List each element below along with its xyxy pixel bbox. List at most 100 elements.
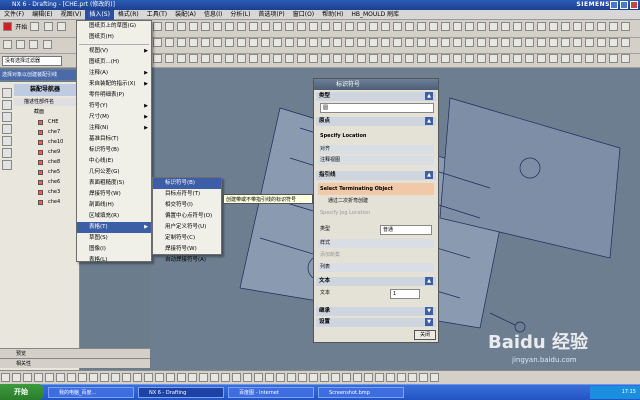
bottom-tool-icon[interactable] <box>210 373 219 382</box>
toolbar-tool-icon[interactable] <box>333 54 342 63</box>
menu-2[interactable]: 视图(V) <box>57 10 86 20</box>
bottom-tool-icon[interactable] <box>144 373 153 382</box>
bottom-tool-icon[interactable] <box>166 373 175 382</box>
toolbar-tool-icon[interactable] <box>525 38 534 47</box>
toolbar-tool-icon[interactable] <box>309 54 318 63</box>
redo-icon[interactable] <box>16 40 26 49</box>
toolbar-tool-icon[interactable] <box>525 22 534 31</box>
navigator-row[interactable]: che5 <box>14 168 80 177</box>
toolbar-tool-icon[interactable] <box>513 22 522 31</box>
part-nav-tab-icon[interactable] <box>2 112 12 122</box>
leader-section-header[interactable]: 指引线 ▲ <box>316 171 436 180</box>
insert-menu-item[interactable]: 草图(S) <box>77 233 151 244</box>
insert-menu-item[interactable]: 图纸页(H) <box>77 32 151 43</box>
bottom-tool-icon[interactable] <box>78 373 87 382</box>
reuse-library-tab-icon[interactable] <box>2 124 12 134</box>
toolbar-tool-icon[interactable] <box>369 54 378 63</box>
insert-menu-item[interactable]: 尺寸(M) ▶ <box>77 112 151 123</box>
create-with-jog-checkbox-row[interactable]: 通过二次折弯创建 <box>318 197 434 206</box>
visibility-checkbox[interactable] <box>38 140 43 145</box>
toolbar-tool-icon[interactable] <box>561 22 570 31</box>
insert-menu-item[interactable]: 图纸页...(H) <box>77 57 151 68</box>
toolbar-tool-icon[interactable] <box>333 22 342 31</box>
toolbar-tool-icon[interactable] <box>417 22 426 31</box>
insert-menu-item[interactable]: 视图(V) ▶ <box>77 46 151 57</box>
toolbar-tool-icon[interactable] <box>165 38 174 47</box>
text-section-header[interactable]: 文本 ▲ <box>316 277 436 286</box>
bottom-tool-icon[interactable] <box>364 373 373 382</box>
taskbar-item[interactable]: Screenshot.bmp <box>318 387 404 398</box>
visibility-checkbox[interactable] <box>38 200 43 205</box>
toolbar-tool-icon[interactable] <box>405 54 414 63</box>
collapse-icon[interactable]: ▲ <box>425 92 433 100</box>
bottom-tool-icon[interactable] <box>133 373 142 382</box>
toolbar-tool-icon[interactable] <box>513 38 522 47</box>
toolbar-tool-icon[interactable] <box>465 22 474 31</box>
bottom-tool-icon[interactable] <box>199 373 208 382</box>
toolbar-tool-icon[interactable] <box>213 38 222 47</box>
toolbar-tool-icon[interactable] <box>561 54 570 63</box>
toolbar-tool-icon[interactable] <box>297 22 306 31</box>
insert-menu-item[interactable]: 注释(A) ▶ <box>77 68 151 79</box>
bottom-tool-icon[interactable] <box>375 373 384 382</box>
insert-menu-item[interactable]: 中心线(E) <box>77 156 151 167</box>
navigator-row[interactable]: che3 <box>14 188 80 197</box>
toolbar-tool-icon[interactable] <box>597 38 606 47</box>
taskbar-item[interactable]: 百度图 - Internet <box>228 387 314 398</box>
collapse-icon[interactable]: ▲ <box>425 277 433 285</box>
toolbar-tool-icon[interactable] <box>453 22 462 31</box>
toolbar-tool-icon[interactable] <box>477 22 486 31</box>
navigator-row[interactable]: che4 <box>14 198 80 207</box>
bottom-tool-icon[interactable] <box>287 373 296 382</box>
toolbar-tool-icon[interactable] <box>405 22 414 31</box>
menu-8[interactable]: 分析(L) <box>226 10 254 20</box>
toolbar-tool-icon[interactable] <box>573 38 582 47</box>
toolbar-tool-icon[interactable] <box>249 22 258 31</box>
maximize-window-icon[interactable] <box>620 1 628 9</box>
bottom-tool-icon[interactable] <box>265 373 274 382</box>
menu-10[interactable]: 窗口(O) <box>289 10 318 20</box>
bottom-tool-icon[interactable] <box>1 373 10 382</box>
toolbar-tool-icon[interactable] <box>261 38 270 47</box>
toolbar-tool-icon[interactable] <box>297 54 306 63</box>
navigator-row[interactable]: CHE <box>14 118 80 127</box>
toolbar-tool-icon[interactable] <box>321 38 330 47</box>
navigator-dependency-section[interactable]: 相关性 <box>0 358 150 368</box>
new-file-icon[interactable] <box>30 22 40 31</box>
toolbar-tool-icon[interactable] <box>297 38 306 47</box>
toolbar-tool-icon[interactable] <box>381 38 390 47</box>
toolbar-tool-icon[interactable] <box>225 22 234 31</box>
bottom-tool-icon[interactable] <box>12 373 21 382</box>
navigator-preview-section[interactable]: 预览 <box>0 348 150 358</box>
toolbar-tool-icon[interactable] <box>153 38 162 47</box>
toolbar-tool-icon[interactable] <box>177 22 186 31</box>
menu-4[interactable]: 格式(R) <box>114 10 143 20</box>
symbol-submenu-item[interactable]: 自动焊接符号(A) <box>153 255 221 266</box>
toolbar-tool-icon[interactable] <box>225 38 234 47</box>
toolbar-tool-icon[interactable] <box>273 38 282 47</box>
insert-menu-item[interactable]: 注释(N) ▶ <box>77 123 151 134</box>
toolbar-tool-icon[interactable] <box>513 54 522 63</box>
toolbar-tool-icon[interactable] <box>537 22 546 31</box>
insert-menu-item[interactable]: 表面粗糙度(S) <box>77 178 151 189</box>
toolbar-tool-icon[interactable] <box>453 54 462 63</box>
menu-9[interactable]: 首选项(P) <box>254 10 288 20</box>
toolbar-tool-icon[interactable] <box>525 54 534 63</box>
menu-12[interactable]: HB_MOULD 刷库 <box>347 10 403 20</box>
toolbar-tool-icon[interactable] <box>585 38 594 47</box>
bottom-tool-icon[interactable] <box>419 373 428 382</box>
toolbar-tool-icon[interactable] <box>489 22 498 31</box>
toolbar-tool-icon[interactable] <box>441 38 450 47</box>
selection-filter-dropdown[interactable]: 没有选择过滤器 <box>2 56 62 66</box>
toolbar-tool-icon[interactable] <box>201 22 210 31</box>
bottom-tool-icon[interactable] <box>243 373 252 382</box>
type-dropdown[interactable]: 圆 <box>320 103 434 113</box>
bottom-tool-icon[interactable] <box>188 373 197 382</box>
constraint-nav-tab-icon[interactable] <box>2 100 12 110</box>
bottom-tool-icon[interactable] <box>353 373 362 382</box>
origin-section-header[interactable]: 原点 ▲ <box>316 117 436 126</box>
toolbar-tool-icon[interactable] <box>621 22 630 31</box>
insert-menu-item[interactable]: 表格(L) <box>77 255 151 266</box>
visibility-checkbox[interactable] <box>38 170 43 175</box>
bottom-tool-icon[interactable] <box>397 373 406 382</box>
